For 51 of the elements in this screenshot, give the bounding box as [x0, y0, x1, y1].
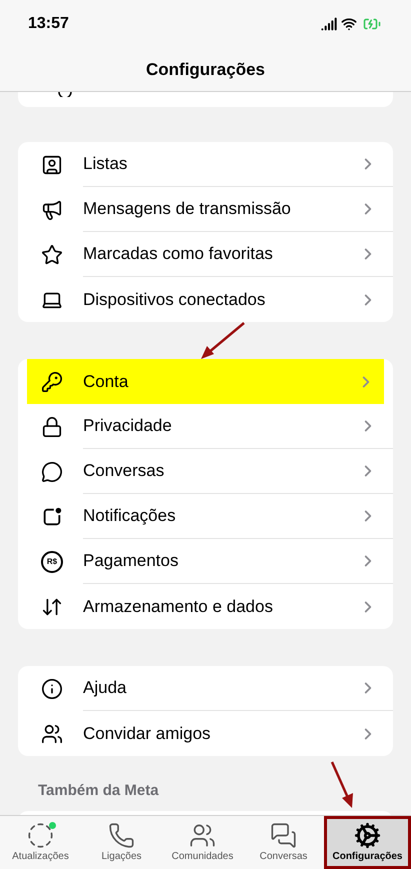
item-label: Convidar amigos	[83, 722, 212, 745]
item-label: Notificações	[83, 505, 177, 528]
megaphone-icon	[41, 198, 63, 220]
tab-bar-item[interactable]: Atualizações	[0, 816, 81, 869]
settings-item[interactable]: Convidar amigos	[18, 711, 393, 756]
item-label: Ajuda	[83, 677, 128, 700]
item-label: Conversas	[83, 460, 166, 482]
currency-icon: R$	[41, 550, 63, 572]
tab-bar-item[interactable]: Comunidades	[162, 816, 243, 869]
section-heading: Também da Meta	[37, 781, 160, 801]
info-icon	[41, 678, 63, 700]
settings-item[interactable]: Listas	[18, 142, 393, 187]
item-label: Listas	[83, 153, 128, 176]
gear-icon	[354, 822, 381, 848]
item-label: Privacidade	[83, 415, 173, 438]
pointer-arrow	[328, 760, 356, 810]
lock-icon	[41, 416, 63, 438]
status-time: 13:57	[28, 14, 69, 34]
contact-card-icon	[41, 154, 63, 176]
settings-item[interactable]: Conversas	[18, 449, 393, 494]
settings-item[interactable]: R$ Pagamentos	[18, 539, 393, 584]
key-icon	[41, 370, 63, 392]
star-icon	[41, 244, 63, 266]
chat-bubbles-icon	[270, 822, 297, 848]
signal-icon	[321, 16, 337, 32]
tab-bar-item[interactable]: Conversas	[243, 816, 324, 869]
item-label: Marcadas como favoritas	[83, 243, 274, 266]
wifi-icon	[341, 16, 357, 32]
partial-icon	[58, 92, 72, 97]
settings-item[interactable]: Notificações	[18, 494, 393, 539]
tab-bar-item[interactable]: Configurações	[324, 816, 411, 869]
phone-icon	[108, 822, 135, 848]
settings-item[interactable]: Marcadas como favoritas	[18, 232, 393, 277]
settings-item[interactable]: Mensagens de transmissão	[18, 187, 393, 232]
settings-item[interactable]: Conta	[27, 359, 384, 404]
item-label: Conta	[83, 370, 130, 393]
status-icon	[27, 822, 54, 848]
item-label: Mensagens de transmissão	[83, 198, 292, 220]
item-label: Armazenamento e dados	[83, 596, 274, 618]
chat-bubble-icon	[41, 460, 63, 482]
community-icon	[189, 822, 216, 848]
notification-icon	[41, 506, 63, 528]
window-title: Configurações	[146, 58, 266, 81]
settings-item[interactable]: Privacidade	[18, 404, 393, 449]
item-label: Dispositivos conectados	[83, 288, 266, 311]
settings-item[interactable]: Armazenamento e dados	[18, 584, 393, 629]
settings-item[interactable]: Dispositivos conectados	[18, 277, 393, 322]
settings-item[interactable]: Ajuda	[18, 666, 393, 711]
people-icon	[41, 722, 63, 744]
item-label: Pagamentos	[83, 550, 180, 572]
tab-bar-item[interactable]: Ligações	[81, 816, 162, 869]
